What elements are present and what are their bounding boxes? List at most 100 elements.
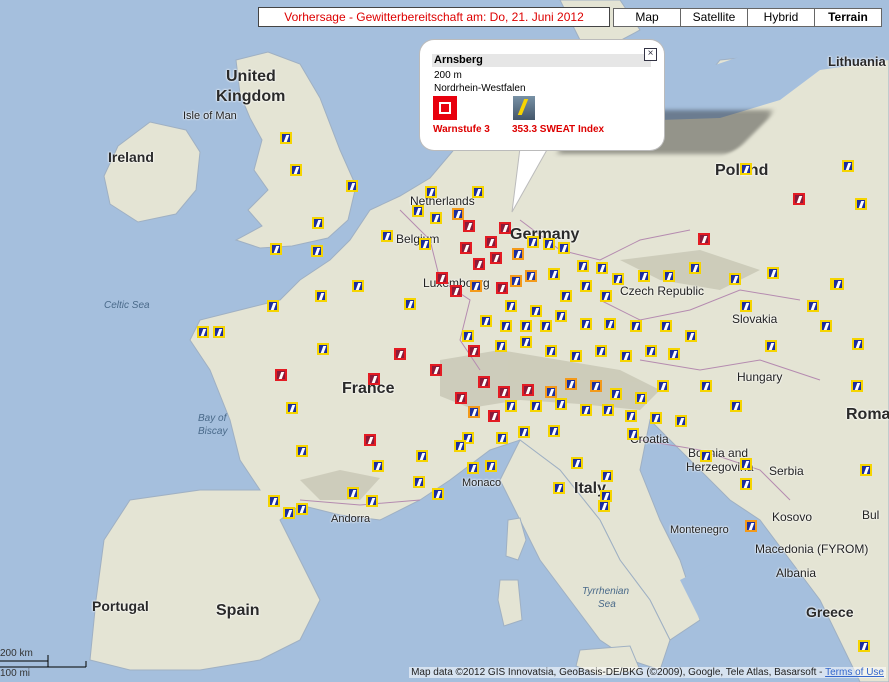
lightning-marker-icon[interactable] xyxy=(740,300,752,312)
lightning-marker-icon[interactable] xyxy=(425,186,437,198)
lightning-marker-icon[interactable] xyxy=(472,186,484,198)
lightning-marker-icon[interactable] xyxy=(468,345,480,357)
lightning-marker-icon[interactable] xyxy=(745,520,757,532)
lightning-marker-icon[interactable] xyxy=(740,163,752,175)
lightning-marker-icon[interactable] xyxy=(602,404,614,416)
lightning-marker-icon[interactable] xyxy=(430,364,442,376)
lightning-marker-icon[interactable] xyxy=(560,290,572,302)
lightning-marker-icon[interactable] xyxy=(518,426,530,438)
lightning-marker-icon[interactable] xyxy=(740,458,752,470)
lightning-marker-icon[interactable] xyxy=(577,260,589,272)
lightning-marker-icon[interactable] xyxy=(627,428,639,440)
lightning-marker-icon[interactable] xyxy=(496,282,508,294)
lightning-marker-icon[interactable] xyxy=(645,345,657,357)
lightning-marker-icon[interactable] xyxy=(520,320,532,332)
lightning-marker-icon[interactable] xyxy=(197,326,209,338)
lightning-marker-icon[interactable] xyxy=(270,243,282,255)
lightning-marker-icon[interactable] xyxy=(700,380,712,392)
lightning-marker-icon[interactable] xyxy=(485,460,497,472)
lightning-marker-icon[interactable] xyxy=(478,376,490,388)
lightning-marker-icon[interactable] xyxy=(522,384,534,396)
lightning-marker-icon[interactable] xyxy=(280,132,292,144)
lightning-marker-icon[interactable] xyxy=(452,208,464,220)
lightning-marker-icon[interactable] xyxy=(807,300,819,312)
lightning-marker-icon[interactable] xyxy=(499,222,511,234)
lightning-marker-icon[interactable] xyxy=(268,495,280,507)
lightning-marker-icon[interactable] xyxy=(689,262,701,274)
lightning-marker-icon[interactable] xyxy=(525,270,537,282)
lightning-marker-icon[interactable] xyxy=(468,406,480,418)
lightning-marker-icon[interactable] xyxy=(555,398,567,410)
lightning-marker-icon[interactable] xyxy=(485,236,497,248)
map-type-hybrid-button[interactable]: Hybrid xyxy=(747,8,815,27)
lightning-marker-icon[interactable] xyxy=(855,198,867,210)
lightning-marker-icon[interactable] xyxy=(675,415,687,427)
lightning-marker-icon[interactable] xyxy=(553,482,565,494)
lightning-marker-icon[interactable] xyxy=(685,330,697,342)
lightning-marker-icon[interactable] xyxy=(432,488,444,500)
lightning-marker-icon[interactable] xyxy=(595,345,607,357)
lightning-marker-icon[interactable] xyxy=(668,348,680,360)
lightning-marker-icon[interactable] xyxy=(394,348,406,360)
map-type-terrain-button[interactable]: Terrain xyxy=(814,8,882,27)
lightning-marker-icon[interactable] xyxy=(700,450,712,462)
lightning-marker-icon[interactable] xyxy=(600,290,612,302)
lightning-marker-icon[interactable] xyxy=(832,278,844,290)
lightning-marker-icon[interactable] xyxy=(352,280,364,292)
lightning-marker-icon[interactable] xyxy=(496,432,508,444)
lightning-marker-icon[interactable] xyxy=(548,425,560,437)
lightning-marker-icon[interactable] xyxy=(463,220,475,232)
lightning-marker-icon[interactable] xyxy=(460,242,472,254)
lightning-marker-icon[interactable] xyxy=(416,450,428,462)
lightning-marker-icon[interactable] xyxy=(267,300,279,312)
lightning-marker-icon[interactable] xyxy=(436,272,448,284)
lightning-marker-icon[interactable] xyxy=(580,404,592,416)
lightning-marker-icon[interactable] xyxy=(543,238,555,250)
lightning-marker-icon[interactable] xyxy=(413,476,425,488)
lightning-marker-icon[interactable] xyxy=(820,320,832,332)
lightning-marker-icon[interactable] xyxy=(650,412,662,424)
lightning-marker-icon[interactable] xyxy=(842,160,854,172)
lightning-marker-icon[interactable] xyxy=(454,440,466,452)
lightning-marker-icon[interactable] xyxy=(565,378,577,390)
lightning-marker-icon[interactable] xyxy=(620,350,632,362)
lightning-marker-icon[interactable] xyxy=(480,315,492,327)
lightning-marker-icon[interactable] xyxy=(412,205,424,217)
lightning-marker-icon[interactable] xyxy=(858,640,870,652)
lightning-marker-icon[interactable] xyxy=(590,380,602,392)
map-type-map-button[interactable]: Map xyxy=(613,8,681,27)
lightning-marker-icon[interactable] xyxy=(767,267,779,279)
lightning-marker-icon[interactable] xyxy=(571,457,583,469)
lightning-marker-icon[interactable] xyxy=(510,275,522,287)
lightning-marker-icon[interactable] xyxy=(625,410,637,422)
lightning-marker-icon[interactable] xyxy=(527,236,539,248)
lightning-marker-icon[interactable] xyxy=(500,320,512,332)
lightning-marker-icon[interactable] xyxy=(793,193,805,205)
lightning-marker-icon[interactable] xyxy=(604,318,616,330)
lightning-marker-icon[interactable] xyxy=(729,273,741,285)
lightning-marker-icon[interactable] xyxy=(540,320,552,332)
lightning-marker-icon[interactable] xyxy=(601,470,613,482)
map-canvas[interactable]: United Kingdom Ireland Poland France Ita… xyxy=(0,0,889,682)
lightning-marker-icon[interactable] xyxy=(630,320,642,332)
lightning-marker-icon[interactable] xyxy=(470,280,482,292)
lightning-marker-icon[interactable] xyxy=(555,310,567,322)
lightning-marker-icon[interactable] xyxy=(381,230,393,242)
lightning-marker-icon[interactable] xyxy=(315,290,327,302)
lightning-marker-icon[interactable] xyxy=(495,340,507,352)
lightning-marker-icon[interactable] xyxy=(455,392,467,404)
lightning-marker-icon[interactable] xyxy=(740,478,752,490)
lightning-marker-icon[interactable] xyxy=(311,245,323,257)
lightning-marker-icon[interactable] xyxy=(275,369,287,381)
lightning-marker-icon[interactable] xyxy=(505,400,517,412)
lightning-marker-icon[interactable] xyxy=(296,503,308,515)
lightning-marker-icon[interactable] xyxy=(530,305,542,317)
lightning-marker-icon[interactable] xyxy=(467,462,479,474)
lightning-marker-icon[interactable] xyxy=(765,340,777,352)
lightning-marker-icon[interactable] xyxy=(296,445,308,457)
lightning-marker-icon[interactable] xyxy=(473,258,485,270)
terms-of-use-link[interactable]: Terms of Use xyxy=(825,667,884,678)
lightning-marker-icon[interactable] xyxy=(663,270,675,282)
lightning-marker-icon[interactable] xyxy=(545,345,557,357)
lightning-marker-icon[interactable] xyxy=(851,380,863,392)
